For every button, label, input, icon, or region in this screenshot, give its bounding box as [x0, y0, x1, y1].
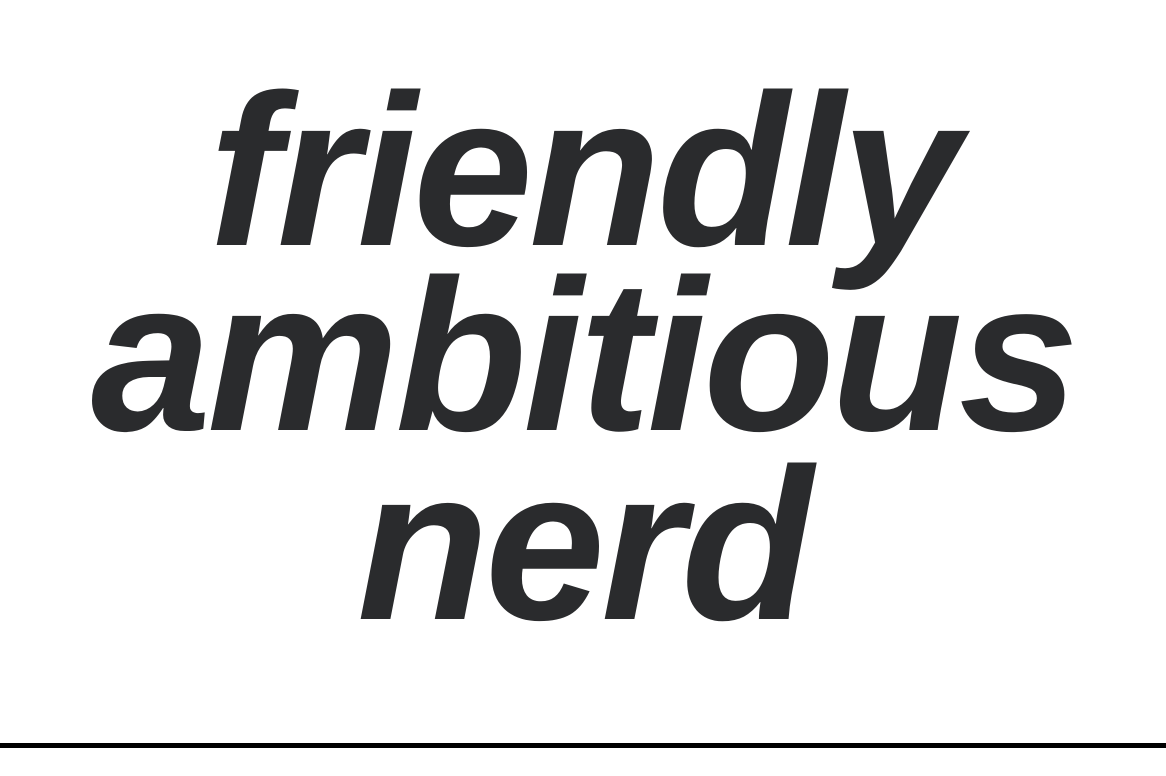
- word-poster: friendly ambitious nerd: [0, 0, 1166, 776]
- word-line-3: nerd: [356, 423, 813, 665]
- bottom-divider: [0, 743, 1166, 748]
